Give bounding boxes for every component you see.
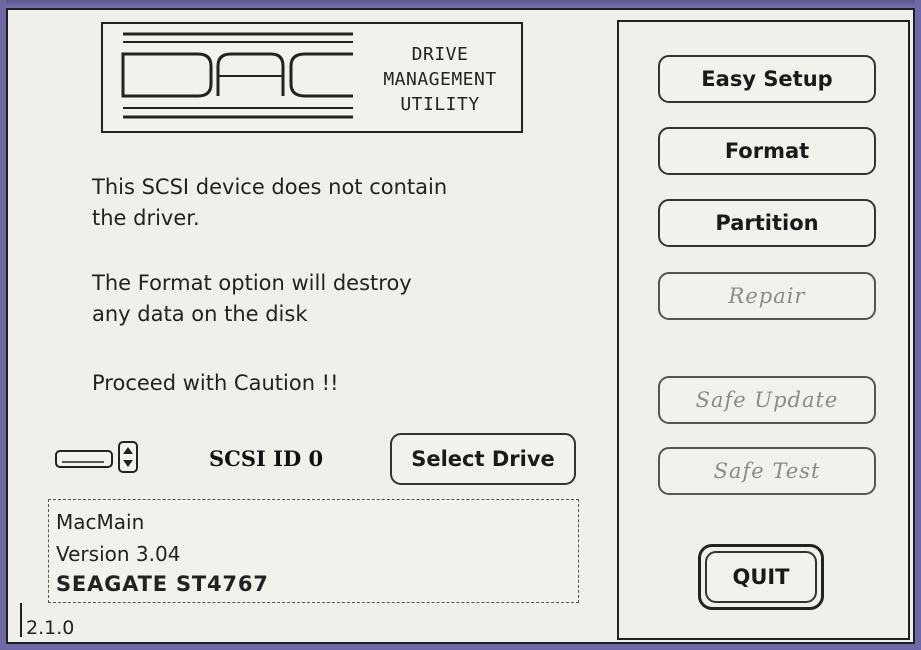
quit-button[interactable]: QUIT xyxy=(705,551,817,603)
logo-caption: DRIVE MANAGEMENT UTILITY xyxy=(365,42,515,117)
drive-icon xyxy=(55,450,113,468)
dac-logo: DRIVE MANAGEMENT UTILITY xyxy=(101,22,523,133)
logo-line-management: MANAGEMENT xyxy=(383,69,497,90)
info-name: MacMain xyxy=(56,510,145,534)
divider xyxy=(20,603,22,637)
partition-button[interactable]: Partition xyxy=(658,199,876,247)
message-line-3: The Format option will destroy xyxy=(92,271,412,295)
scsi-id-label: SCSI ID 0 xyxy=(209,446,324,471)
format-button[interactable]: Format xyxy=(658,127,876,175)
drive-stepper[interactable] xyxy=(118,441,138,473)
logo-line-drive: DRIVE xyxy=(411,44,469,65)
drive-info-box: MacMain Version 3.04 SEAGATE ST4767 xyxy=(48,499,579,603)
message-line-5: Proceed with Caution !! xyxy=(92,371,339,395)
select-drive-button[interactable]: Select Drive xyxy=(390,433,576,485)
easy-setup-button[interactable]: Easy Setup xyxy=(658,55,876,103)
message-line-2: the driver. xyxy=(92,206,200,230)
message-line-4: any data on the disk xyxy=(92,302,308,326)
safe-update-button[interactable]: Safe Update xyxy=(658,376,876,424)
logo-line-utility: UTILITY xyxy=(400,94,480,115)
app-version: 2.1.0 xyxy=(26,617,75,639)
info-version: Version 3.04 xyxy=(56,542,181,566)
message-line-1: This SCSI device does not contain xyxy=(92,175,448,199)
info-model: SEAGATE ST4767 xyxy=(56,572,269,596)
repair-button[interactable]: Repair xyxy=(658,272,876,320)
safe-test-button[interactable]: Safe Test xyxy=(658,447,876,495)
stepper-arrows-icon xyxy=(123,447,133,467)
